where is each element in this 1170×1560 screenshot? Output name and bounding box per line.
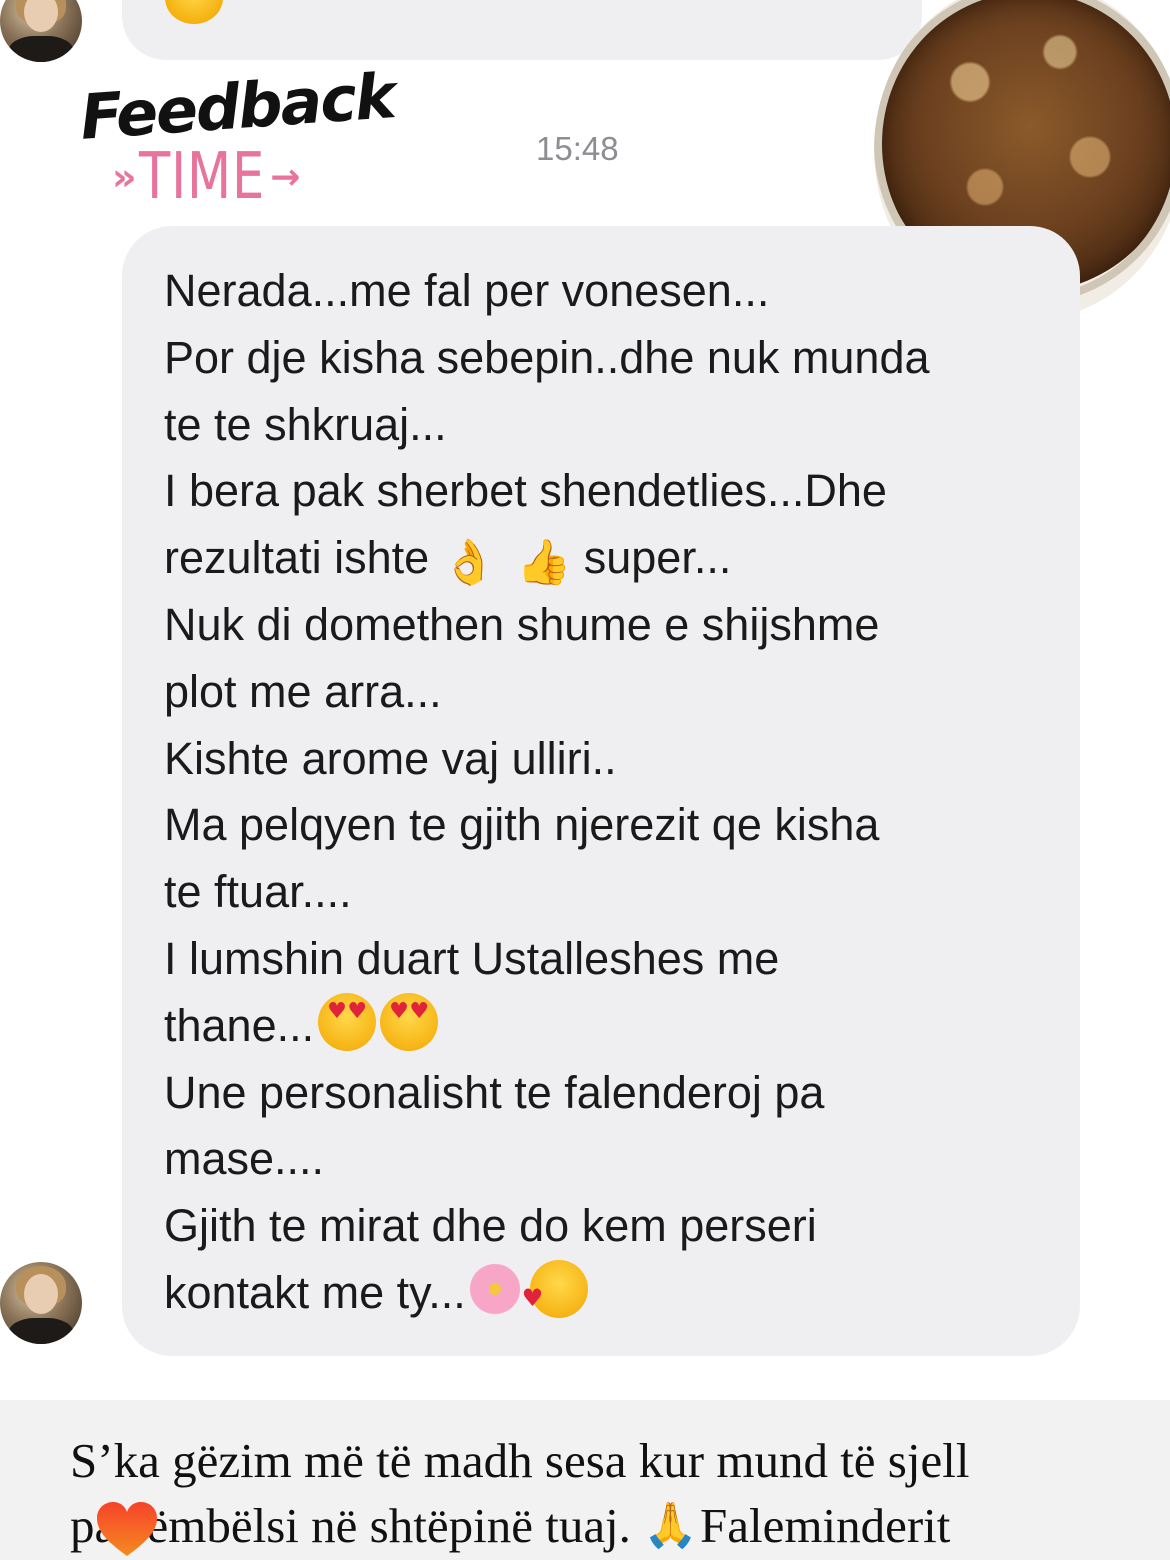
smiling-face-hearts-emoji-icon — [522, 1259, 588, 1318]
caption-line: pa ëmbëlsi në shtëpinë tuaj. 🙏Faleminder… — [70, 1493, 1160, 1558]
sender-avatar[interactable] — [0, 0, 82, 62]
caption-fragment: Faleminderit — [699, 1498, 951, 1553]
story-caption: S’ka gëzim më të madh sesa kur mund të s… — [70, 1428, 1160, 1558]
message-line-with-emoji: rezultati ishte 👌 👍 super... — [164, 525, 1044, 592]
thumbs-up-emoji-icon: 👍 — [516, 537, 572, 589]
message-fragment: rezultati ishte — [164, 532, 430, 584]
avatar-face — [24, 1274, 58, 1314]
message-line: te ftuar.... — [164, 866, 352, 918]
arrow-left-icon: » — [112, 155, 137, 199]
message-line: I bera pak sherbet shendetlies...Dhe — [164, 465, 887, 517]
caption-fragment: ëmbëlsi në shtëpinë tuaj. — [146, 1498, 631, 1553]
avatar-face — [24, 0, 58, 32]
message-line: Nerada...me fal per vonesen... — [164, 265, 770, 316]
message-line: Kishte arome vaj ulliri.. — [164, 732, 617, 784]
arrow-right-icon: → — [270, 156, 301, 198]
message-line: mase.... — [164, 1133, 325, 1185]
message-line: Nuk di domethen shume e shijshme — [164, 598, 880, 650]
sticker-time-row: » TIME → — [112, 140, 300, 214]
message-line: Ma pelqyen te gjith njerezit qe kisha — [164, 799, 880, 851]
message-line-with-emoji: kontakt me ty... — [164, 1259, 1044, 1327]
message-fragment: thane... — [164, 999, 315, 1051]
message-line: I lumshin duart Ustalleshes me — [164, 932, 780, 984]
message-line: Por dje kisha sebepin..dhe nuk munda — [164, 331, 930, 383]
message-fragment: super... — [583, 532, 732, 584]
ok-hand-emoji-icon: 👌 — [441, 537, 497, 589]
caption-line: S’ka gëzim më të madh sesa kur mund të s… — [70, 1433, 970, 1488]
message-line: plot me arra... — [164, 665, 442, 717]
message-timestamp: 15:48 — [536, 130, 619, 167]
message-line: Une personalisht te falenderoj pa — [164, 1066, 825, 1118]
feedback-time-sticker: Feedback » TIME → — [78, 58, 397, 218]
message-line: Gjith te mirat dhe do kem perseri — [164, 1200, 817, 1252]
previous-message-bubble — [122, 0, 922, 60]
cherry-blossom-emoji-icon — [465, 1259, 524, 1318]
heart-eyes-emoji-icon — [318, 992, 377, 1051]
heart-sticker-icon — [97, 1502, 157, 1556]
message-text: Nerada...me fal per vonesen... Por dje k… — [164, 258, 1044, 1327]
message-line-with-emoji: thane... — [164, 992, 1044, 1060]
praying-hands-icon: 🙏 — [643, 1500, 698, 1551]
sticker-word-time: TIME — [138, 140, 265, 214]
avatar-body — [8, 1318, 74, 1344]
sender-avatar[interactable] — [0, 1262, 82, 1344]
heart-eyes-emoji-icon — [380, 992, 439, 1051]
avatar-body — [8, 36, 74, 62]
message-fragment: kontakt me ty... — [164, 1266, 466, 1318]
message-line: te te shkruaj... — [164, 398, 447, 450]
